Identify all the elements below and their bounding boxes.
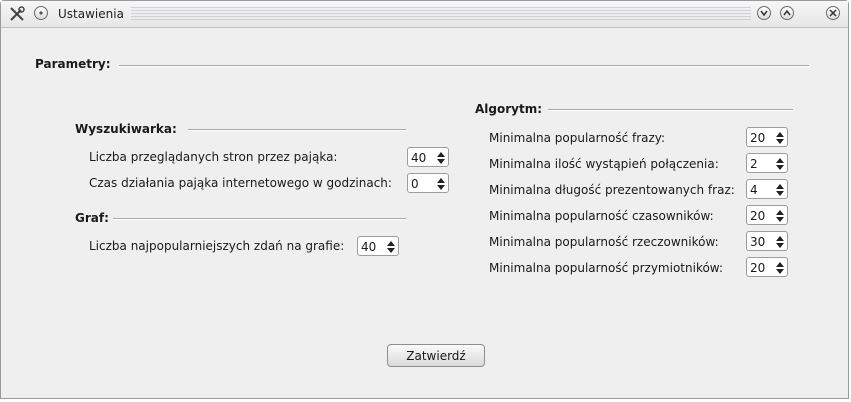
algorithm-value[interactable]: 20: [750, 209, 765, 223]
spinner-arrows-icon[interactable]: [436, 150, 446, 165]
chevron-down-icon[interactable]: [757, 6, 771, 20]
sentences-spinner[interactable]: 40: [357, 236, 399, 256]
spinner-arrows-icon[interactable]: [436, 176, 446, 191]
algorithm-value[interactable]: 4: [750, 183, 758, 197]
title-bar[interactable]: Ustawienia: [1, 1, 848, 28]
spinner-arrows-icon[interactable]: [775, 208, 785, 223]
graph-divider: [113, 218, 406, 220]
search-divider: [188, 129, 406, 131]
pages-label: Liczba przeglądanych stron przez pająka:: [89, 150, 338, 164]
algorithm-divider: [548, 109, 793, 111]
algorithm-title: Algorytm:: [475, 102, 543, 116]
algorithm-label: Minimalna popularność rzeczowników:: [489, 235, 719, 249]
algorithm-spinner[interactable]: 20: [746, 257, 788, 277]
parameters-divider: [119, 65, 809, 67]
chevron-up-icon[interactable]: [780, 6, 794, 20]
algorithm-spinner[interactable]: 20: [746, 205, 788, 225]
spinner-arrows-icon[interactable]: [775, 260, 785, 275]
spinner-arrows-icon[interactable]: [775, 182, 785, 197]
spinner-arrows-icon[interactable]: [775, 156, 785, 171]
algorithm-spinner[interactable]: 30: [746, 231, 788, 251]
parameters-title: Parametry:: [35, 57, 111, 71]
algorithm-label: Minimalna popularność frazy:: [489, 131, 666, 145]
algorithm-value[interactable]: 2: [750, 157, 758, 171]
algorithm-label: Minimalna długość prezentowanych fraz:: [489, 183, 735, 197]
algorithm-spinner[interactable]: 2: [746, 153, 788, 173]
confirm-button[interactable]: Zatwierdź: [387, 344, 485, 367]
spinner-arrows-icon[interactable]: [775, 234, 785, 249]
algorithm-value[interactable]: 20: [750, 261, 765, 275]
algorithm-value[interactable]: 20: [750, 131, 765, 145]
spinner-arrows-icon[interactable]: [775, 130, 785, 145]
close-icon[interactable]: [826, 6, 840, 20]
hours-label: Czas działania pająka internetowego w go…: [89, 176, 392, 190]
sentences-label: Liczba najpopularniejszych zdań na grafi…: [89, 239, 345, 253]
algorithm-label: Minimalna popularność przymiotników:: [489, 261, 724, 275]
algorithm-value[interactable]: 30: [750, 235, 765, 249]
title-bar-grip: [131, 7, 751, 21]
algorithm-spinner[interactable]: 4: [746, 179, 788, 199]
graph-title: Graf:: [75, 211, 109, 225]
pages-value[interactable]: 40: [411, 151, 426, 165]
window-menu-icon[interactable]: [34, 6, 48, 20]
tools-icon[interactable]: [9, 6, 25, 22]
hours-spinner[interactable]: 0: [407, 173, 449, 193]
settings-window: Ustawienia Parametry: Wyszukiwarka: Licz…: [0, 0, 849, 399]
search-title: Wyszukiwarka:: [75, 122, 177, 136]
algorithm-label: Minimalna popularność czasowników:: [489, 209, 714, 223]
window-title: Ustawienia: [58, 7, 124, 21]
spinner-arrows-icon[interactable]: [386, 239, 396, 254]
hours-value[interactable]: 0: [411, 177, 419, 191]
sentences-value[interactable]: 40: [361, 240, 376, 254]
pages-spinner[interactable]: 40: [407, 147, 449, 167]
algorithm-spinner[interactable]: 20: [746, 127, 788, 147]
algorithm-label: Minimalna ilość wystąpień połączenia:: [489, 157, 719, 171]
